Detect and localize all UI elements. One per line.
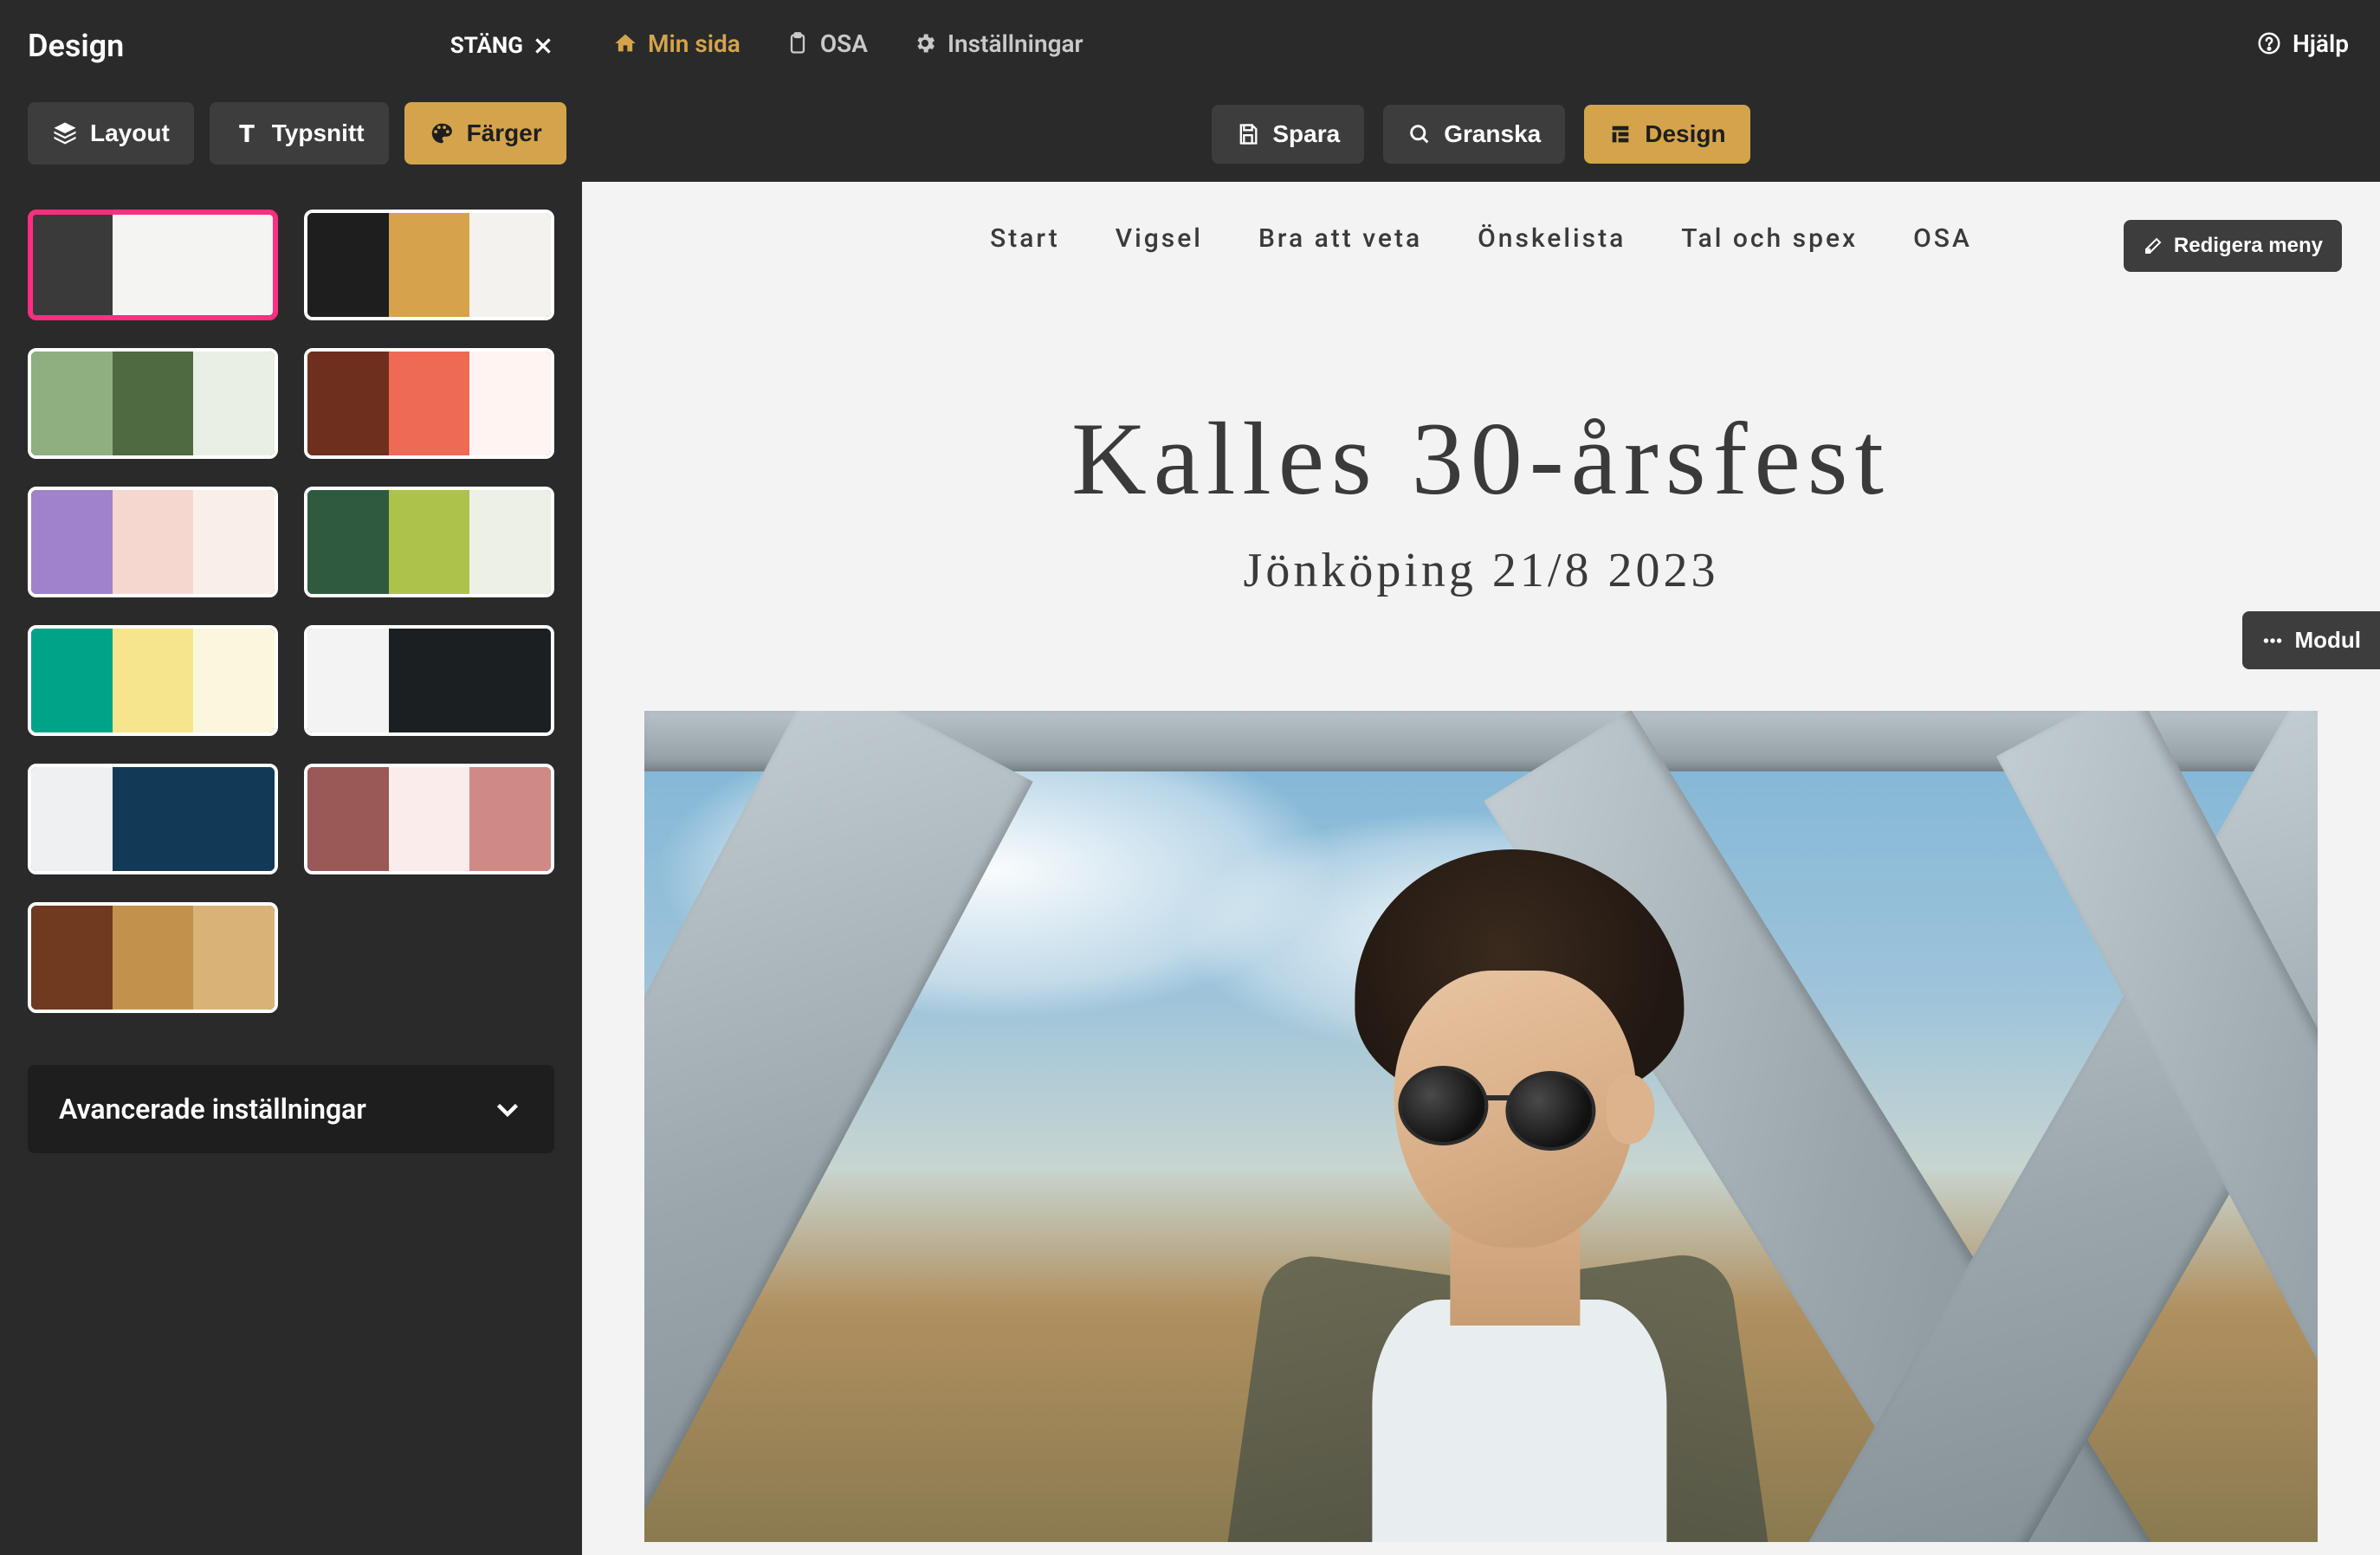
site-nav-item-5[interactable]: OSA: [1913, 223, 1972, 254]
tab-layout[interactable]: Layout: [28, 102, 194, 165]
tab-colors[interactable]: Färger: [404, 102, 566, 165]
module-label: Modul: [2294, 627, 2361, 654]
tab-typography[interactable]: Typsnitt: [210, 102, 389, 165]
color-swatch-9[interactable]: [304, 764, 554, 874]
close-icon: [532, 35, 554, 57]
site-nav-item-2[interactable]: Bra att veta: [1258, 223, 1422, 254]
site-nav-item-4[interactable]: Tal och spex: [1681, 223, 1858, 254]
color-swatch-2[interactable]: [28, 348, 278, 459]
nav-my-page[interactable]: Min sida: [613, 29, 741, 58]
design-icon: [1608, 122, 1633, 146]
hero-text: Kalles 30-årsfest Jönköping 21/8 2023: [582, 399, 2380, 598]
design-tabs: Layout Typsnitt Färger: [28, 102, 554, 165]
save-icon: [1236, 122, 1260, 146]
save-button[interactable]: Spara: [1212, 105, 1364, 164]
preview-label: Granska: [1444, 120, 1541, 148]
design-sidebar: Design STÄNG Layout Typsnitt Färger: [0, 0, 582, 1555]
hero-image-person: [1181, 797, 1805, 1542]
color-swatch-8[interactable]: [28, 764, 278, 874]
top-nav: Min sida OSA Inställningar Hjälp: [582, 0, 2380, 87]
help-link[interactable]: Hjälp: [2256, 29, 2349, 58]
color-swatch-6[interactable]: [28, 625, 278, 736]
tab-layout-label: Layout: [90, 119, 170, 147]
color-swatch-5[interactable]: [304, 487, 554, 597]
color-swatch-0[interactable]: [28, 210, 278, 320]
color-swatch-7[interactable]: [304, 625, 554, 736]
color-swatch-lastrow: [28, 902, 554, 1013]
preview-button[interactable]: Granska: [1383, 105, 1565, 164]
design-label: Design: [1645, 120, 1725, 148]
site-nav-item-1[interactable]: Vigsel: [1116, 223, 1203, 254]
save-label: Spara: [1272, 120, 1340, 148]
sidebar-header: Design STÄNG: [28, 28, 554, 64]
edit-menu-label: Redigera meny: [2174, 234, 2323, 258]
nav-my-page-label: Min sida: [648, 29, 741, 58]
advanced-settings-toggle[interactable]: Avancerade inställningar: [28, 1065, 554, 1153]
preview-canvas: Start Vigsel Bra att veta Önskelista Tal…: [582, 182, 2380, 1555]
nav-rsvp-label: OSA: [820, 29, 868, 58]
top-nav-left: Min sida OSA Inställningar: [613, 29, 1083, 58]
help-label: Hjälp: [2293, 29, 2349, 58]
color-swatch-1[interactable]: [304, 210, 554, 320]
edit-menu-button[interactable]: Redigera meny: [2124, 220, 2342, 272]
hero-image[interactable]: [644, 711, 2318, 1542]
close-button[interactable]: STÄNG: [450, 33, 554, 59]
hero-subtitle: Jönköping 21/8 2023: [582, 543, 2380, 598]
close-label: STÄNG: [450, 33, 523, 59]
gear-icon: [913, 31, 937, 55]
site-nav: Start Vigsel Bra att veta Önskelista Tal…: [582, 182, 2380, 295]
clipboard-icon: [786, 31, 810, 55]
color-swatch-10[interactable]: [28, 902, 278, 1013]
advanced-settings-label: Avancerade inställningar: [59, 1093, 366, 1126]
layers-icon: [52, 120, 78, 146]
search-icon: [1407, 122, 1432, 146]
help-icon: [2256, 30, 2282, 56]
main-area: Min sida OSA Inställningar Hjälp Spara G…: [582, 0, 2380, 1555]
nav-settings[interactable]: Inställningar: [913, 29, 1083, 58]
chevron-down-icon: [492, 1094, 523, 1125]
hero-title: Kalles 30-årsfest: [582, 399, 2380, 519]
nav-settings-label: Inställningar: [947, 29, 1083, 58]
font-icon: [234, 120, 260, 146]
site-nav-item-3[interactable]: Önskelista: [1478, 223, 1626, 254]
module-button[interactable]: Modul: [2242, 611, 2380, 669]
site-nav-item-0[interactable]: Start: [990, 223, 1060, 254]
color-swatch-grid: [28, 210, 554, 874]
dots-icon: [2261, 629, 2284, 652]
tab-typography-label: Typsnitt: [272, 119, 365, 147]
action-bar: Spara Granska Design: [582, 87, 2380, 182]
design-button[interactable]: Design: [1584, 105, 1749, 164]
sidebar-title: Design: [28, 28, 124, 64]
home-icon: [613, 31, 637, 55]
edit-icon: [2143, 236, 2163, 256]
palette-icon: [429, 120, 455, 146]
tab-colors-label: Färger: [467, 119, 542, 147]
color-swatch-3[interactable]: [304, 348, 554, 459]
nav-rsvp[interactable]: OSA: [786, 29, 868, 58]
color-swatch-4[interactable]: [28, 487, 278, 597]
